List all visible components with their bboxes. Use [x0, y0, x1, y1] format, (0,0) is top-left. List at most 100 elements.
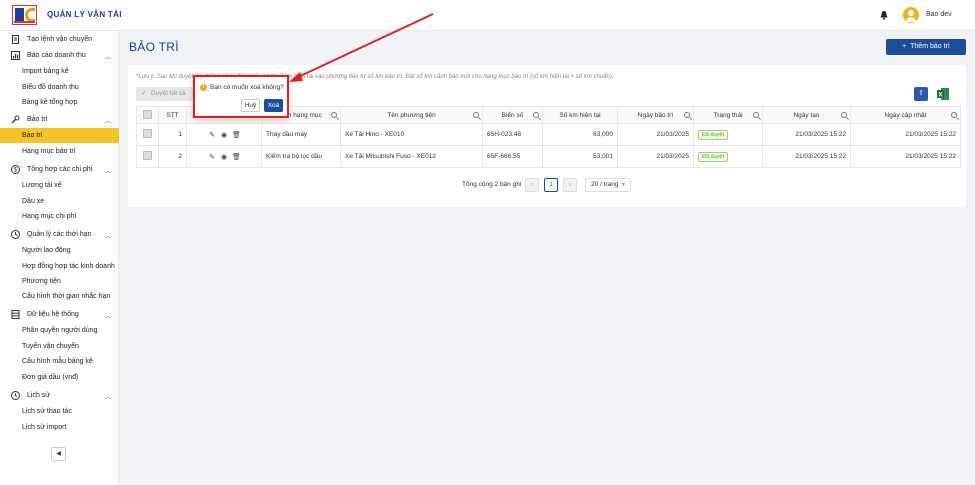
sidebar-item-driver-salary[interactable]: Lương tài xế: [0, 178, 119, 193]
confirm-delete-button[interactable]: Xoá: [264, 99, 283, 112]
col-created[interactable]: Ngày tạo: [762, 106, 851, 124]
sidebar: Tạo lệnh vận chuyển Báo cáo doanh thu ︿ …: [0, 31, 119, 485]
sidebar-group-label: Dữ liệu hệ thống: [27, 311, 79, 318]
col-status[interactable]: Trạng thái: [693, 106, 763, 124]
sidebar-item-workers[interactable]: Người lao động: [0, 243, 119, 258]
excel-icon[interactable]: X: [936, 87, 950, 101]
search-icon[interactable]: [951, 112, 957, 118]
chevron-up-icon: ︿: [104, 314, 111, 320]
sidebar-item-summary-report[interactable]: Bảng kê tổng hợp: [0, 95, 119, 110]
cell-km: 53,001: [542, 145, 618, 168]
bell-icon[interactable]: [879, 10, 889, 20]
check-icon: ✓: [141, 90, 147, 97]
col-km: Số km hiện tại: [542, 106, 618, 124]
eye-icon[interactable]: ◉: [220, 153, 228, 161]
search-icon[interactable]: [684, 112, 690, 118]
sidebar-item-import-history[interactable]: Lịch sử import: [0, 420, 119, 435]
sidebar-item-maintenance[interactable]: Bảo trì: [0, 128, 119, 143]
history-icon: [11, 391, 20, 400]
prev-page-button[interactable]: ‹: [525, 178, 539, 192]
sidebar-item-maintenance-category[interactable]: Hạng mục bảo trì: [0, 144, 119, 159]
table-row: 2 ✎ ◉ 🗑 Kiểm tra bộ lọc dầu Xe Tải Mitsubi…: [136, 145, 961, 168]
edit-icon[interactable]: ✎: [208, 153, 216, 161]
clock-icon: [11, 230, 20, 239]
sidebar-item-action-history[interactable]: Lịch sử thao tác: [0, 404, 119, 419]
search-icon[interactable]: [753, 112, 759, 118]
status-badge: Đã duyệt: [698, 129, 729, 140]
cell-status: Đã duyệt: [693, 123, 763, 146]
row-checkbox[interactable]: [136, 145, 159, 168]
sidebar-group-system-data[interactable]: Dữ liệu hệ thống ︿: [0, 307, 119, 322]
search-icon[interactable]: [473, 112, 479, 118]
sidebar-group-costs[interactable]: $ Tổng hợp các chi phí ︿: [0, 162, 119, 177]
cell-date: 21/03/2025: [617, 145, 694, 168]
search-icon[interactable]: [331, 112, 337, 118]
sidebar-item-create-order[interactable]: Tạo lệnh vận chuyển: [0, 32, 119, 47]
status-badge: Đã duyệt: [698, 151, 729, 162]
chevron-up-icon: ︿: [104, 169, 111, 175]
file-icon: [12, 35, 19, 44]
sidebar-group-deadlines[interactable]: Quản lý các thời hạn ︿: [0, 227, 119, 242]
sidebar-collapse-button[interactable]: ◀: [51, 447, 66, 461]
chevron-up-icon: ︿: [104, 234, 111, 240]
cell-plate: 65H-023.48: [482, 123, 543, 146]
sidebar-group-label: Bảo trì: [27, 116, 48, 123]
cell-created: 21/03/2025 15:22: [762, 145, 851, 168]
col-maintenance-date[interactable]: Ngày bảo trì: [617, 106, 694, 124]
cell-updated: 21/03/2025 15:22: [850, 123, 961, 146]
page-size-select[interactable]: 20 / trang ▼: [585, 178, 631, 192]
chart-icon: [11, 51, 20, 60]
page-button[interactable]: 1: [544, 178, 558, 192]
select-all-checkbox[interactable]: [136, 106, 159, 124]
cell-item: Kiểm tra bộ lọc dầu: [261, 145, 341, 168]
cell-plate: 65F-666.55: [482, 145, 543, 168]
sidebar-group-label: Lịch sử: [27, 392, 50, 399]
cancel-button[interactable]: Huỷ: [241, 99, 260, 112]
sidebar-group-maintenance[interactable]: Bảo trì ︿: [0, 112, 119, 127]
sidebar-item-vehicles[interactable]: Phương tiện: [0, 274, 119, 289]
sidebar-item-cost-category[interactable]: Hạng mục chi phí: [0, 209, 119, 224]
cell-stt: 2: [158, 145, 187, 168]
row-checkbox[interactable]: [136, 123, 159, 146]
cell-date: 21/03/2025: [617, 123, 694, 146]
chevron-up-icon: ︿: [104, 395, 111, 401]
upload-icon[interactable]: ⇪: [914, 87, 928, 101]
edit-icon[interactable]: ✎: [208, 131, 216, 139]
user-name[interactable]: Bao dev: [926, 11, 952, 18]
sidebar-item-report-template[interactable]: Cấu hình mẫu bảng kê: [0, 354, 119, 369]
pagination-total: Tổng cộng 2 bản ghi: [462, 181, 522, 188]
col-updated[interactable]: Ngày cập nhật: [850, 106, 961, 124]
search-icon[interactable]: [841, 112, 847, 118]
sidebar-item-permissions[interactable]: Phân quyền người dùng: [0, 323, 119, 338]
cell-item: Thay dầu máy: [261, 123, 341, 146]
avatar[interactable]: [903, 7, 919, 23]
sidebar-group-history[interactable]: Lịch sử ︿: [0, 388, 119, 403]
sidebar-item-import-report[interactable]: Import bảng kê: [0, 64, 119, 79]
sidebar-item-contracts[interactable]: Hợp đồng hợp tác kinh doanh: [0, 259, 119, 274]
wrench-icon: [11, 115, 20, 124]
plus-icon: +: [902, 43, 907, 50]
approve-all-button[interactable]: ✓ Duyệt tất cả: [136, 87, 196, 101]
sidebar-item-fuel[interactable]: Dầu xe: [0, 194, 119, 209]
col-plate[interactable]: Biển số: [482, 106, 543, 124]
sidebar-item-revenue-chart[interactable]: Biểu đồ doanh thu: [0, 80, 119, 95]
sidebar-group-revenue[interactable]: Báo cáo doanh thu ︿: [0, 48, 119, 63]
chevron-left-icon: ‹: [531, 182, 533, 188]
sidebar-item-routes[interactable]: Tuyến vận chuyển: [0, 339, 119, 354]
sidebar-group-label: Báo cáo doanh thu: [27, 52, 86, 59]
col-stt: STT: [158, 106, 187, 124]
sidebar-item-reminder-config[interactable]: Cấu hình thời gian nhắc hạn: [0, 289, 119, 304]
search-icon[interactable]: [533, 112, 539, 118]
dollar-icon: $: [11, 165, 20, 174]
sidebar-item-fuel-price[interactable]: Đơn giá dầu (vnđ): [0, 370, 119, 385]
add-maintenance-button[interactable]: + Thêm bảo trì: [886, 39, 966, 55]
next-page-button[interactable]: ›: [563, 178, 577, 192]
app-title: QUẢN LÝ VẬN TẢI: [47, 10, 122, 19]
trash-icon[interactable]: 🗑: [232, 153, 241, 161]
chevron-up-icon: ︿: [104, 119, 111, 125]
chevron-right-icon: ›: [569, 182, 571, 188]
eye-icon[interactable]: ◉: [220, 131, 228, 139]
trash-icon[interactable]: 🗑: [232, 131, 241, 139]
app-logo: [12, 5, 37, 25]
col-vehicle[interactable]: Tên phương tiện: [340, 106, 483, 124]
